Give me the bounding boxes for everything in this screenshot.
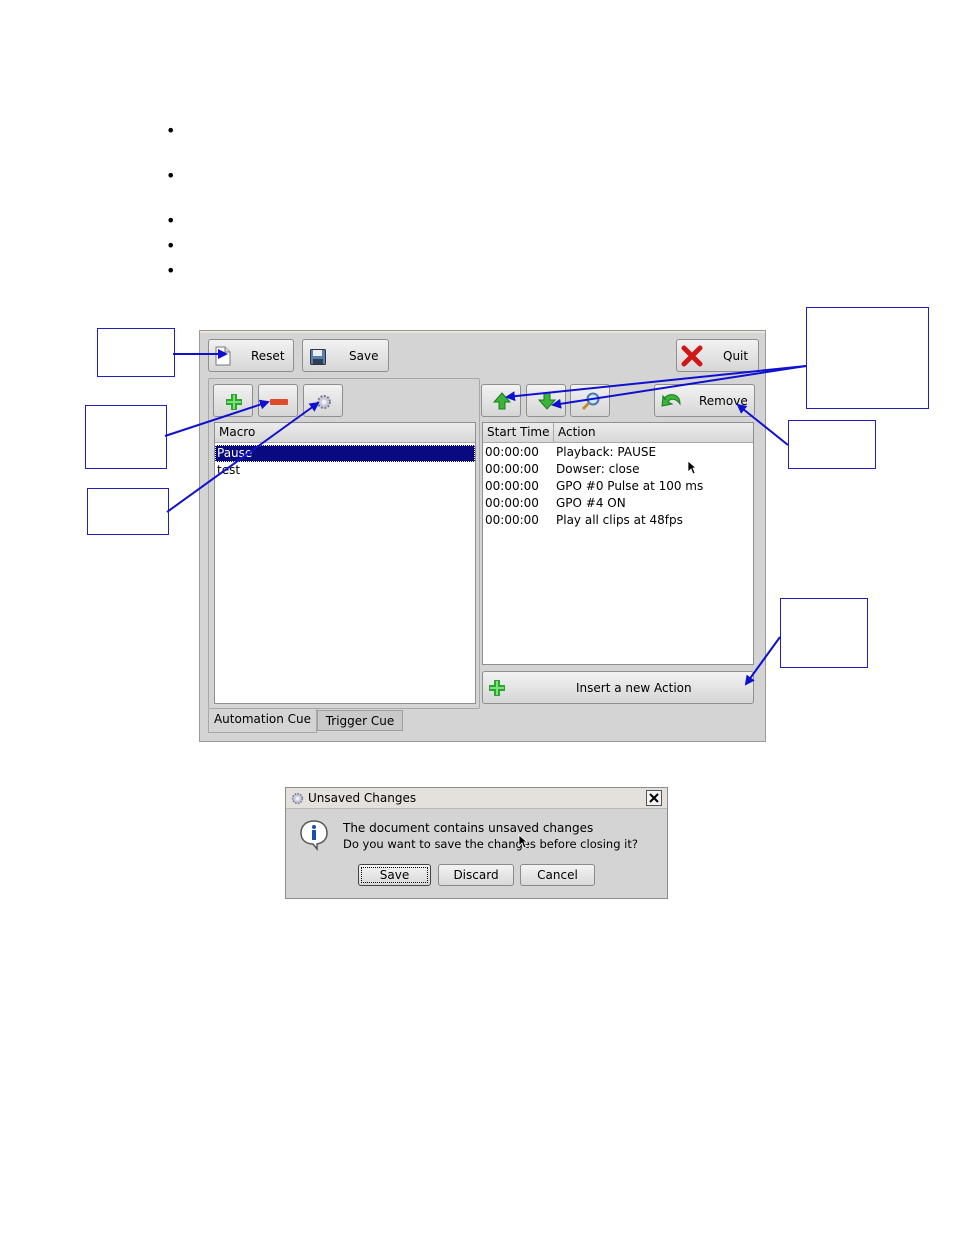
arrow-to-remove — [736, 403, 789, 446]
arrow-to-move-down — [551, 365, 807, 409]
annotation-arrows — [164, 349, 807, 686]
arrow-to-move-up — [505, 365, 807, 402]
arrow-to-settings — [166, 401, 320, 513]
arrow-to-add-remove — [164, 399, 270, 437]
arrow-to-insert — [744, 636, 781, 686]
